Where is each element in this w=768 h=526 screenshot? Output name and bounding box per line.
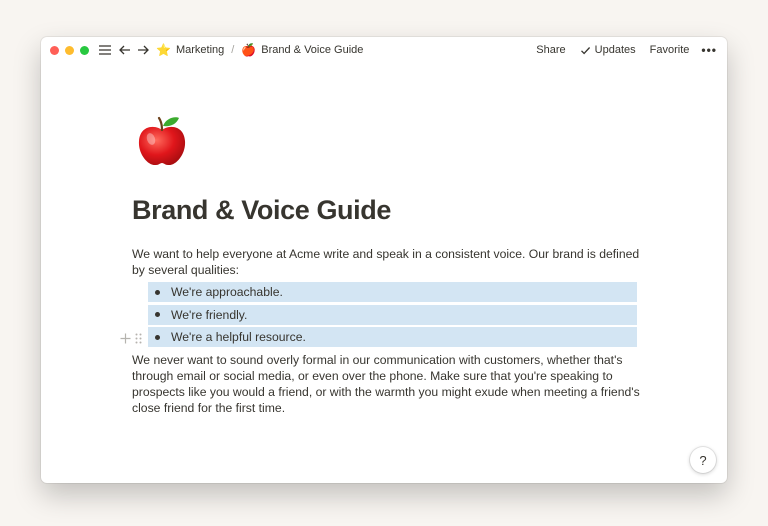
list-item[interactable]: We're approachable. <box>148 282 637 302</box>
bullet-dot-icon <box>155 289 160 295</box>
breadcrumb-item-marketing[interactable]: ⭐ Marketing <box>156 43 224 57</box>
breadcrumb-separator: / <box>231 44 235 56</box>
app-window: ⭐ Marketing / 🍎 Brand & Voice Guide Shar… <box>41 37 727 483</box>
intro-paragraph[interactable]: We want to help everyone at Acme write a… <box>132 246 652 278</box>
breadcrumb-label: Marketing <box>175 44 225 56</box>
bullet-dot-icon <box>155 312 160 317</box>
block-handles <box>120 331 142 349</box>
closing-paragraph[interactable]: We never want to sound overly formal in … <box>132 352 642 416</box>
menu-icon[interactable] <box>98 43 112 57</box>
window-controls <box>50 45 89 55</box>
list-item[interactable]: We're friendly. <box>148 304 637 325</box>
list-item-text: We're friendly. <box>171 307 248 322</box>
apple-icon: 🍎 <box>241 43 257 57</box>
share-button[interactable]: Share <box>536 44 565 56</box>
breadcrumb-label: Brand & Voice Guide <box>261 44 364 56</box>
back-arrow-icon[interactable] <box>118 43 132 57</box>
drag-handle-icon[interactable] <box>135 331 142 349</box>
maximize-window-button[interactable] <box>80 45 89 55</box>
star-icon: ⭐ <box>156 43 171 57</box>
list-item-text: We're approachable. <box>171 285 283 299</box>
forward-arrow-icon[interactable] <box>136 43 150 57</box>
help-button[interactable]: ? <box>690 447 716 473</box>
more-options-icon[interactable]: ••• <box>701 43 717 57</box>
topbar-actions: Share Updates Favorite ••• <box>522 43 717 57</box>
close-window-button[interactable] <box>50 45 59 55</box>
list-item-text: We're a helpful resource. <box>171 330 306 344</box>
updates-label: Updates <box>594 44 636 56</box>
breadcrumb: ⭐ Marketing / 🍎 Brand & Voice Guide <box>156 43 363 57</box>
breadcrumb-item-brand-voice-guide[interactable]: 🍎 Brand & Voice Guide <box>241 43 363 57</box>
qualities-list: We're approachable. We're friendly. We'r… <box>148 282 637 350</box>
checkmark-icon <box>580 46 590 54</box>
bullet-dot-icon <box>155 334 160 340</box>
minimize-window-button[interactable] <box>65 45 74 55</box>
updates-button[interactable]: Updates <box>580 44 636 56</box>
add-block-icon[interactable] <box>120 331 131 349</box>
favorite-button[interactable]: Favorite <box>650 44 690 56</box>
page-apple-icon[interactable] <box>134 113 190 169</box>
page-title[interactable]: Brand & Voice Guide <box>132 195 391 226</box>
topbar: ⭐ Marketing / 🍎 Brand & Voice Guide Shar… <box>41 37 727 63</box>
list-item[interactable]: We're a helpful resource. <box>148 327 637 347</box>
